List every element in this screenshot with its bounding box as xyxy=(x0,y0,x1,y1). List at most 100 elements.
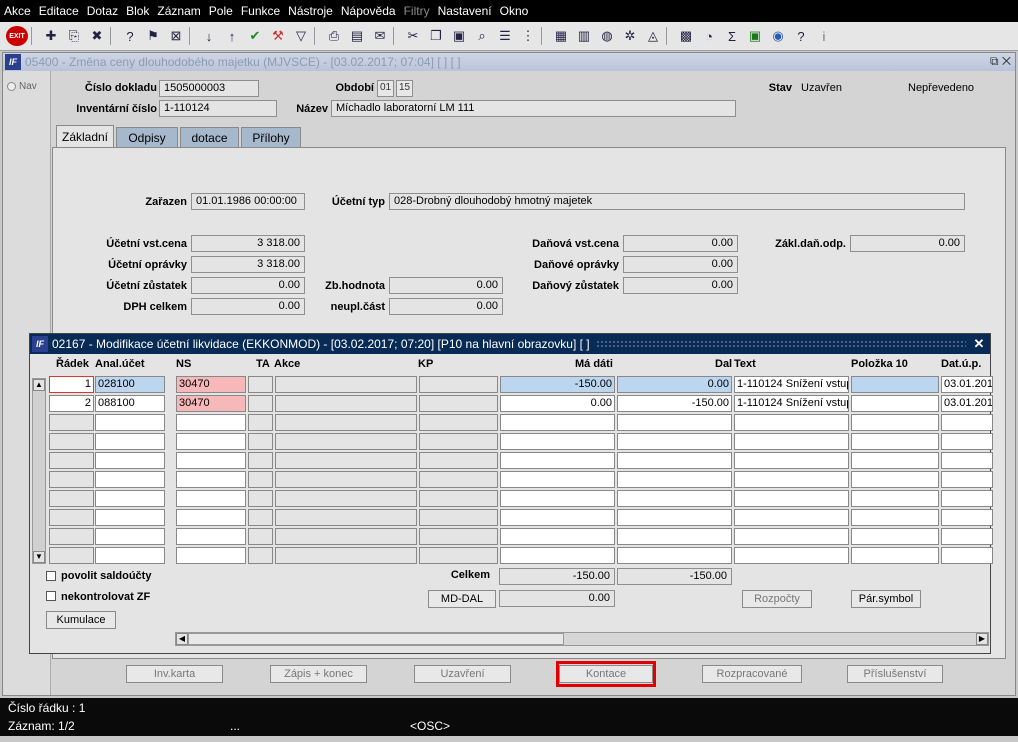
grid-cell-polozka[interactable] xyxy=(851,509,939,526)
sort-desc-icon[interactable]: ↑ xyxy=(222,26,242,46)
sort-asc-icon[interactable]: ↓ xyxy=(199,26,219,46)
document-icon[interactable]: ▦ xyxy=(551,26,571,46)
menu-8[interactable]: Nápověda xyxy=(341,4,396,18)
grid-cell-polozka[interactable] xyxy=(851,528,939,545)
tab-dotace[interactable]: dotace xyxy=(180,127,239,147)
cut-icon[interactable]: ✂ xyxy=(403,26,423,46)
grid-cell-dal[interactable] xyxy=(617,528,732,545)
grid-cell-text[interactable] xyxy=(734,471,849,488)
grid-cell-ma_dati[interactable] xyxy=(500,414,615,431)
query-execute-icon[interactable]: ⚑ xyxy=(143,26,163,46)
grid-cell-dal[interactable] xyxy=(617,471,732,488)
grid-cell-radek[interactable] xyxy=(49,414,94,431)
grid-cell-ta[interactable] xyxy=(248,471,273,488)
dph-celkem-field[interactable]: 0.00 xyxy=(191,298,305,315)
dan-opravky-field[interactable]: 0.00 xyxy=(623,256,738,273)
bottom-button-5[interactable]: Příslušenství xyxy=(847,665,943,683)
cislo-dokladu-field[interactable]: 1505000003 xyxy=(159,80,259,97)
grid-cell-polozka[interactable] xyxy=(851,547,939,564)
grid-cell-kp[interactable] xyxy=(419,471,498,488)
grid-cell-kp[interactable] xyxy=(419,528,498,545)
grid-cell-akce[interactable] xyxy=(275,528,417,545)
grid-cell-anal[interactable] xyxy=(95,414,165,431)
grid-cell-dat[interactable] xyxy=(941,471,993,488)
close-icon[interactable]: ✕ xyxy=(972,336,986,352)
menu-4[interactable]: Záznam xyxy=(157,4,200,18)
grid-cell-text[interactable] xyxy=(734,452,849,469)
grid-cell-radek[interactable] xyxy=(49,452,94,469)
kumulace-button[interactable]: Kumulace xyxy=(46,611,116,629)
menu-11[interactable]: Okno xyxy=(500,4,529,18)
grid-cell-kp[interactable] xyxy=(419,414,498,431)
grid-cell-text[interactable] xyxy=(734,490,849,507)
grid-cell-polozka[interactable] xyxy=(851,433,939,450)
grid-cell-text[interactable]: 1-110124 Snížení vstup xyxy=(734,376,849,393)
grid-cell-radek[interactable] xyxy=(49,471,94,488)
dan-vst-cena-field[interactable]: 0.00 xyxy=(623,235,738,252)
povolit-saldoucty-checkbox[interactable] xyxy=(46,571,56,581)
print-icon[interactable]: ⎙ xyxy=(324,26,344,46)
grid-cell-kp[interactable] xyxy=(419,433,498,450)
vertical-scrollbar[interactable]: ▲ ▼ xyxy=(32,378,46,564)
search-icon[interactable]: ⌕ xyxy=(472,26,492,46)
nazev-field[interactable]: Míchadlo laboratorní LM 111 xyxy=(331,100,736,117)
duplicate-record-icon[interactable]: ⎘ xyxy=(64,26,84,46)
grid-cell-akce[interactable] xyxy=(275,414,417,431)
menu-7[interactable]: Nástroje xyxy=(288,4,333,18)
grid-cell-akce[interactable] xyxy=(275,471,417,488)
delete-record-icon[interactable]: ✖ xyxy=(87,26,107,46)
menu-9[interactable]: Filtry xyxy=(404,4,430,18)
help-icon[interactable]: ? xyxy=(791,26,811,46)
grid-cell-akce[interactable] xyxy=(275,433,417,450)
grid-cell-ta[interactable] xyxy=(248,528,273,545)
grid-cell-akce[interactable] xyxy=(275,376,417,393)
zb-hodnota-field[interactable]: 0.00 xyxy=(389,277,503,294)
grid-cell-ns[interactable] xyxy=(176,414,246,431)
grid-cell-dal[interactable] xyxy=(617,509,732,526)
globe-icon[interactable]: ◍ xyxy=(597,26,617,46)
grid-cell-text[interactable] xyxy=(734,509,849,526)
grid-cell-ta[interactable] xyxy=(248,509,273,526)
grid-cell-ma_dati[interactable] xyxy=(500,471,615,488)
menu-6[interactable]: Funkce xyxy=(241,4,280,18)
grid-cell-radek[interactable] xyxy=(49,528,94,545)
grid-cell-ta[interactable] xyxy=(248,452,273,469)
grid-cell-radek[interactable]: 2 xyxy=(49,395,94,412)
wrench-icon[interactable]: ⚒ xyxy=(268,26,288,46)
restore-window-icon[interactable]: ⧉ ✕ xyxy=(990,54,1011,69)
grid-cell-ns[interactable] xyxy=(176,490,246,507)
uc-zustatek-field[interactable]: 0.00 xyxy=(191,277,305,294)
grid-cell-dat[interactable] xyxy=(941,414,993,431)
grid-cell-ma_dati[interactable] xyxy=(500,433,615,450)
settings-icon[interactable]: ✲ xyxy=(620,26,640,46)
check-icon[interactable]: ✔ xyxy=(245,26,265,46)
grid-cell-dat[interactable]: 03.01.201 xyxy=(941,395,993,412)
obdobi-year-field[interactable]: 15 xyxy=(396,80,413,97)
menu-3[interactable]: Blok xyxy=(126,4,149,18)
zakl-dan-odp-field[interactable]: 0.00 xyxy=(850,235,965,252)
notes-icon[interactable]: ▥ xyxy=(574,26,594,46)
clock-icon[interactable]: ◔ xyxy=(699,26,719,46)
grid-cell-dal[interactable] xyxy=(617,490,732,507)
tab-odpisy[interactable]: Odpisy xyxy=(116,127,178,147)
uc-vst-cena-field[interactable]: 3 318.00 xyxy=(191,235,305,252)
grid-cell-text[interactable] xyxy=(734,547,849,564)
grid-cell-ta[interactable] xyxy=(248,414,273,431)
grid-cell-akce[interactable] xyxy=(275,509,417,526)
web-icon[interactable]: ◉ xyxy=(768,26,788,46)
tab-zakladni[interactable]: Základní xyxy=(56,125,114,147)
grid-cell-ta[interactable] xyxy=(248,490,273,507)
grid-cell-radek[interactable]: 1 xyxy=(49,376,94,393)
grid-cell-akce[interactable] xyxy=(275,452,417,469)
grid-cell-anal[interactable] xyxy=(95,452,165,469)
scroll-thumb[interactable] xyxy=(188,633,564,645)
grid-cell-akce[interactable] xyxy=(275,395,417,412)
grid-cell-ns[interactable]: 30470 xyxy=(176,395,246,412)
grid-cell-dat[interactable] xyxy=(941,528,993,545)
dan-zustatek-field[interactable]: 0.00 xyxy=(623,277,738,294)
grid-cell-ns[interactable] xyxy=(176,471,246,488)
grid-cell-ma_dati[interactable]: -150.00 xyxy=(500,376,615,393)
scroll-up-icon[interactable]: ▲ xyxy=(33,379,45,391)
bottom-button-1[interactable]: Zápis + konec xyxy=(270,665,367,683)
grid-cell-dat[interactable] xyxy=(941,490,993,507)
